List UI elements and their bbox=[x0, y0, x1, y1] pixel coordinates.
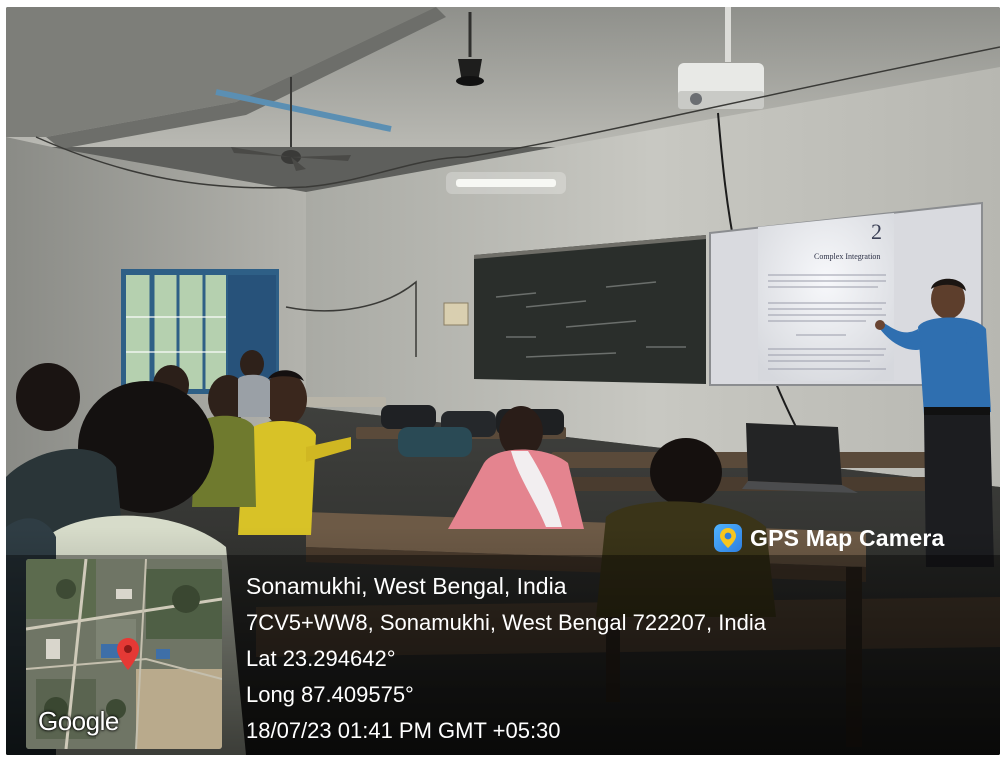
slide-chapter-title: Complex Integration bbox=[814, 252, 880, 261]
datetime: 18/07/23 01:41 PM GMT +05:30 bbox=[246, 718, 561, 743]
latitude: Lat 23.294642° bbox=[246, 646, 396, 671]
gps-map-camera-brand: GPS Map Camera bbox=[714, 523, 945, 553]
location-info: Sonamukhi, West Bengal, India 7CV5+WW8, … bbox=[6, 559, 1000, 755]
tube-light-glow bbox=[446, 172, 566, 194]
place-title: Sonamukhi, West Bengal, India bbox=[246, 573, 567, 599]
switch-board bbox=[443, 302, 469, 326]
brand-label: GPS Map Camera bbox=[750, 524, 945, 551]
blackboard bbox=[474, 235, 706, 384]
longitude: Long 87.409575° bbox=[246, 682, 414, 707]
map-pin-icon bbox=[714, 524, 742, 552]
address: 7CV5+WW8, Sonamukhi, West Bengal 722207,… bbox=[246, 610, 766, 635]
classroom-photo: 2 Complex Integration GPS Map Camera Goo… bbox=[6, 7, 1000, 755]
slide-chapter-number: 2 bbox=[871, 219, 882, 244]
